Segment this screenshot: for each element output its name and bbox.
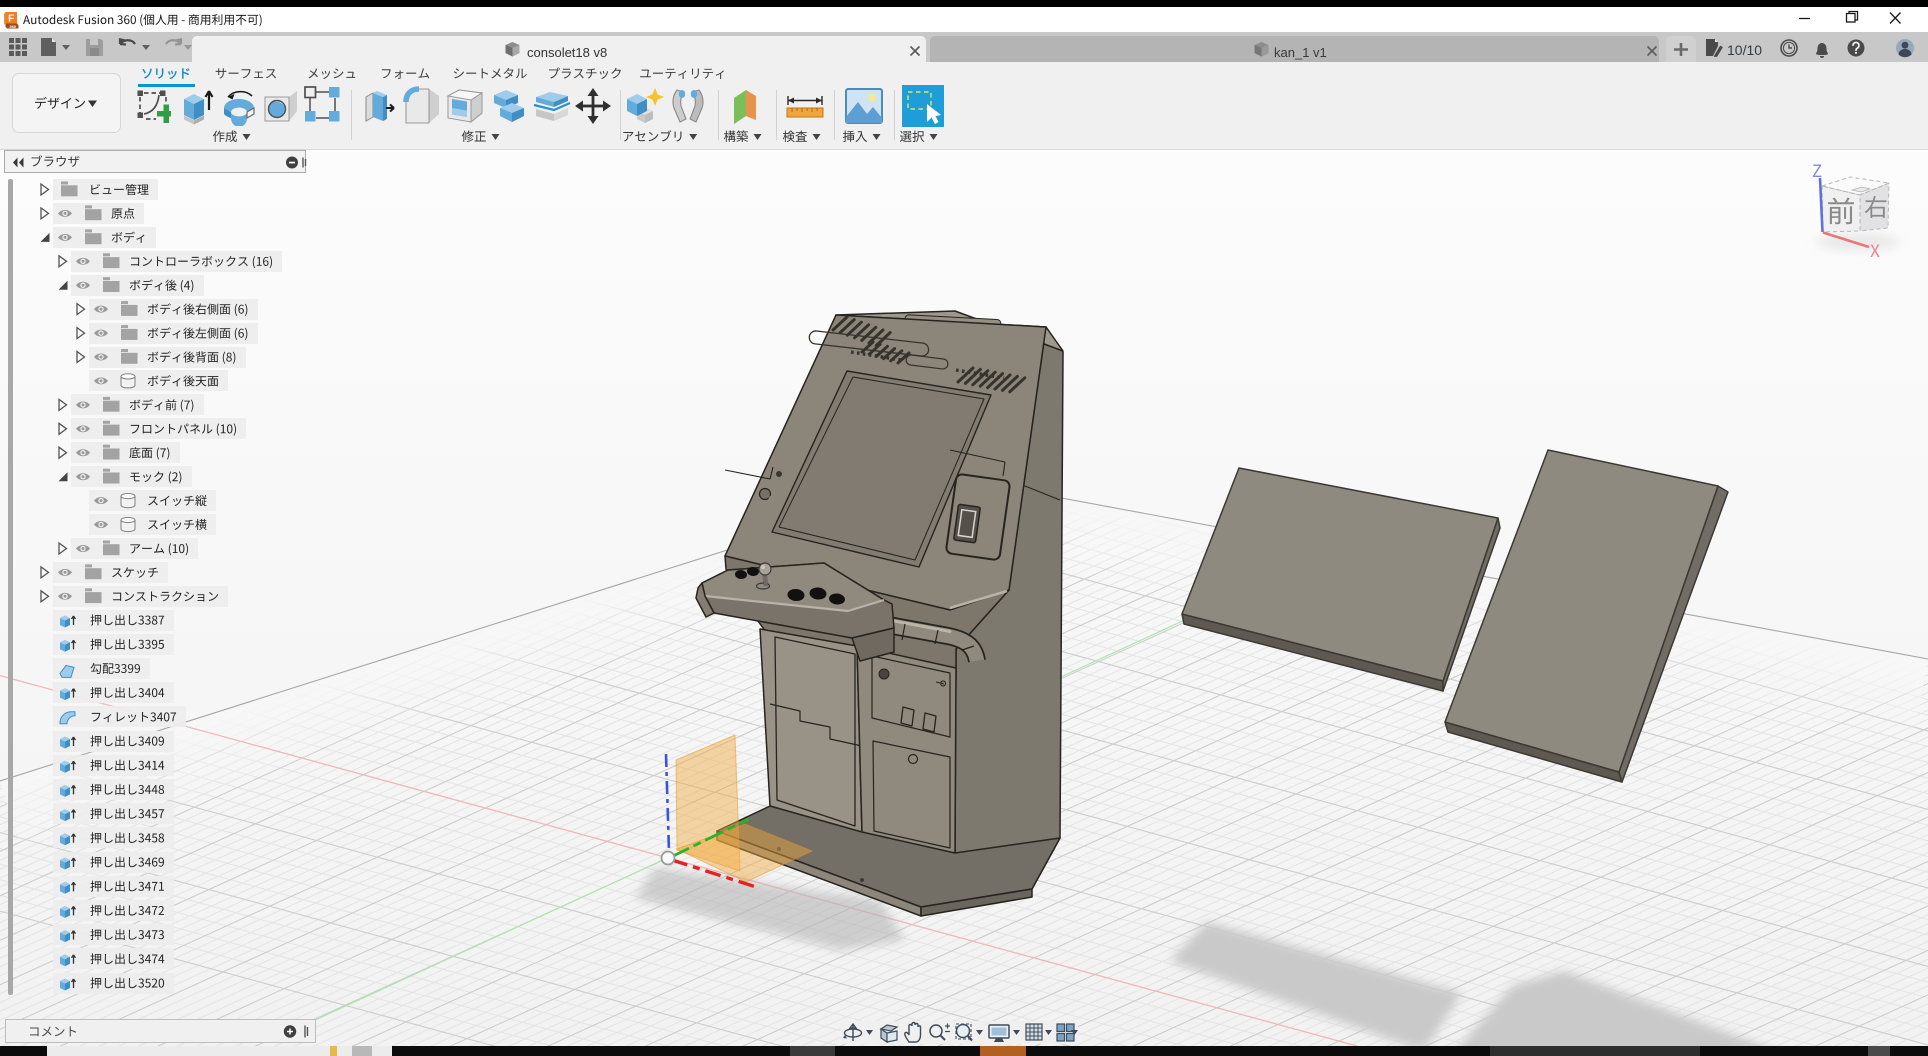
svg-text:360: 360 [9, 24, 16, 29]
